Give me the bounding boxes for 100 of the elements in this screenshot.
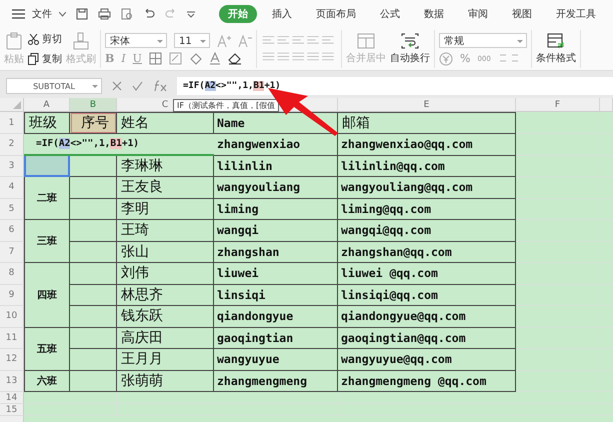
table-cell: wangyuyue@qq.com xyxy=(338,349,516,370)
table-cell: linsiqi xyxy=(214,284,338,306)
table-cell: wangqi xyxy=(214,220,338,242)
table-cell: zhangmengmeng xyxy=(214,370,338,392)
merge-icon xyxy=(357,33,375,49)
table-cell: 王友良 xyxy=(117,177,214,198)
ribbon-tab[interactable]: 审阅 xyxy=(459,5,497,23)
cancel-icon[interactable] xyxy=(112,81,122,91)
table-cell: 邮箱 xyxy=(338,112,516,134)
cut-button[interactable]: 剪切 xyxy=(28,32,62,46)
menu-icon[interactable] xyxy=(12,9,25,19)
save-icon[interactable] xyxy=(76,8,88,20)
table-cell: wangyuyue xyxy=(214,349,338,370)
row-header[interactable]: 1 xyxy=(0,112,24,134)
column-header[interactable]: E xyxy=(338,98,516,112)
caret-icon[interactable] xyxy=(59,12,66,16)
table-cell: zhangshan xyxy=(214,242,338,263)
font-color-icon[interactable] xyxy=(208,52,221,65)
row-header[interactable]: 9 xyxy=(0,284,24,306)
file-menu[interactable]: 文件 xyxy=(32,7,52,21)
ribbon-tab[interactable]: 页面布局 xyxy=(307,5,365,23)
ribbon-tab[interactable]: 视图 xyxy=(503,5,541,23)
column-header[interactable]: B xyxy=(70,98,117,112)
row-header[interactable]: 3 xyxy=(0,156,24,177)
table-cell: 张萌萌 xyxy=(117,370,214,392)
font-style-button[interactable]: U xyxy=(132,52,142,65)
row-header[interactable]: 5 xyxy=(0,198,24,220)
table-cell: zhangwenxiao xyxy=(214,134,338,156)
dropdown-icon[interactable] xyxy=(187,10,195,18)
confirm-icon[interactable] xyxy=(132,81,143,91)
table-cell: 李明 xyxy=(117,198,214,220)
table-cell: 张山 xyxy=(117,242,214,263)
copy-icon xyxy=(28,53,39,65)
table-cell: 王琦 xyxy=(117,220,214,242)
conditional-format-button[interactable]: 条件格式 xyxy=(536,33,576,65)
eraser-icon[interactable] xyxy=(228,52,242,65)
arrow xyxy=(268,88,338,136)
row-header[interactable]: 15 xyxy=(0,404,24,416)
cell-editor[interactable]: =IF(A2<>"",1,B1+1) xyxy=(24,134,214,156)
wrap-icon xyxy=(401,33,419,49)
name-box[interactable]: SUBTOTAL xyxy=(6,78,102,94)
row-header[interactable]: 6 xyxy=(0,220,24,242)
border-icon[interactable] xyxy=(148,52,162,65)
preview-icon[interactable] xyxy=(121,8,133,20)
copy-button[interactable]: 复制 xyxy=(28,52,62,66)
scissors-icon xyxy=(28,34,39,44)
table-cell: 二班 xyxy=(24,177,70,220)
row-header[interactable]: 4 xyxy=(0,177,24,198)
table-cell: liming xyxy=(214,198,338,220)
ribbon-tab[interactable]: 开发工具 xyxy=(547,5,605,23)
undo-icon[interactable] xyxy=(143,9,155,19)
table-cell: lilinlin@qq.com xyxy=(338,156,516,177)
ribbon-tab[interactable]: 开始 xyxy=(219,5,257,23)
table-cell: 序号 xyxy=(70,112,117,134)
number-format-dropdown[interactable]: 常规 xyxy=(439,32,527,48)
row-header[interactable]: 11 xyxy=(0,328,24,349)
row-header[interactable]: 7 xyxy=(0,242,24,263)
font-dropdown[interactable]: 宋体 xyxy=(105,33,167,48)
redo-icon[interactable] xyxy=(165,9,177,19)
select-all-icon[interactable] xyxy=(13,101,21,109)
table-cell: 姓名 xyxy=(117,112,214,134)
table-cell: wangqi@qq.com xyxy=(338,220,516,242)
table-cell: qiandongyue xyxy=(214,306,338,328)
ribbon-tab[interactable]: 公式 xyxy=(371,5,409,23)
table-cell: 王月月 xyxy=(117,349,214,370)
row-header[interactable]: 10 xyxy=(0,306,24,328)
table-cell: wangyouliang xyxy=(214,177,338,198)
decrease-font-icon[interactable] xyxy=(238,34,252,46)
row-header[interactable]: 8 xyxy=(0,263,24,284)
font-size-dropdown[interactable]: 11 xyxy=(174,33,210,48)
column-header[interactable]: A xyxy=(24,98,70,112)
row-header[interactable]: 12 xyxy=(0,349,24,370)
table-cell: 李琳琳 xyxy=(117,156,214,177)
row-header[interactable]: 2 xyxy=(0,134,24,156)
font-style-button[interactable]: I xyxy=(121,52,126,65)
row-header[interactable]: 13 xyxy=(0,370,24,392)
table-cell: linsiqi@qq.com xyxy=(338,284,516,306)
ribbon-tab[interactable]: 数据 xyxy=(415,5,453,23)
increase-font-icon[interactable] xyxy=(217,34,231,46)
formula-input[interactable]: =IF(A2<>"",1,B1+1) xyxy=(177,77,613,95)
print-icon[interactable] xyxy=(98,8,111,20)
corner-cell[interactable] xyxy=(0,98,24,112)
table-cell: zhangwenxiao@qq.com xyxy=(338,134,516,156)
table-cell: 四班 xyxy=(24,263,70,328)
ribbon-tab[interactable]: 插入 xyxy=(263,5,301,23)
row-header[interactable]: 14 xyxy=(0,392,24,404)
table-cell: liuwei @qq.com xyxy=(338,263,516,284)
fill-color-icon[interactable] xyxy=(168,52,182,65)
percent-button[interactable]: % xyxy=(460,52,470,65)
column-header[interactable]: F xyxy=(516,98,600,112)
table-cell: gaoqingtian@qq.com xyxy=(338,328,516,349)
font-style-button[interactable]: B xyxy=(105,52,114,65)
currency-icon[interactable] xyxy=(439,52,453,66)
wrap-text-button[interactable]: 自动换行 xyxy=(390,33,430,65)
table-cell: liming@qq.com xyxy=(338,198,516,220)
table-cell: 刘伟 xyxy=(117,263,214,284)
brush-icon xyxy=(73,32,89,50)
function-icon[interactable] xyxy=(153,80,167,92)
table-cell: lilinlin xyxy=(214,156,338,177)
paint-bucket-icon[interactable] xyxy=(188,52,202,65)
